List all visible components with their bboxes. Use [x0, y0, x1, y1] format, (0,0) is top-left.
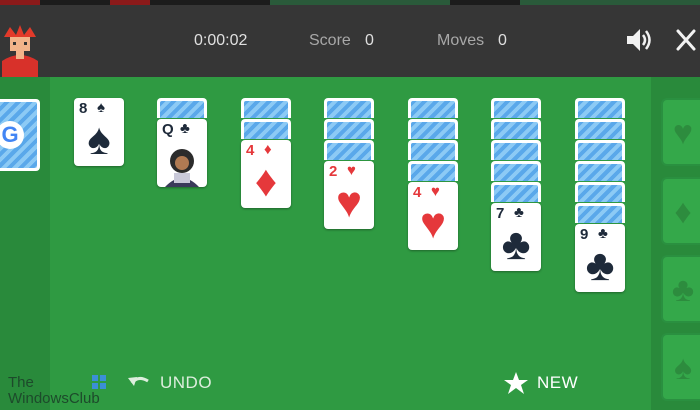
undo-icon — [128, 376, 149, 386]
spade-icon: ♠ — [673, 349, 693, 387]
club-icon: ♣ — [671, 271, 695, 309]
watermark: The WindowsClub — [8, 375, 108, 409]
facedown-card — [408, 161, 458, 181]
speaker-icon[interactable] — [624, 25, 654, 55]
facedown-card — [324, 98, 374, 118]
facedown-card — [324, 119, 374, 139]
heart-icon: ♥ — [672, 114, 694, 152]
card-suit-large: ♦ — [254, 157, 278, 206]
card-suit-large: ♣ — [501, 220, 531, 269]
diamond-icon: ♦ — [674, 193, 692, 231]
stock-pile-area: G — [0, 77, 50, 410]
faceup-card[interactable]: 2 ♥ ♥ — [324, 161, 374, 229]
facedown-card — [575, 203, 625, 223]
facedown-card — [408, 119, 458, 139]
star-icon — [504, 372, 528, 394]
card-suit-small: ♣ — [180, 120, 190, 137]
king-avatar-icon[interactable] — [0, 23, 40, 79]
foundation-slot[interactable]: ♠ — [661, 333, 700, 401]
undo-label: UNDO — [160, 373, 213, 392]
game-timer: 0:00:02 — [194, 32, 248, 49]
facedown-card — [491, 182, 541, 202]
watermark-line2: WindowsClub — [8, 390, 100, 407]
facedown-card — [575, 161, 625, 181]
facedown-card — [491, 119, 541, 139]
new-label: NEW — [537, 373, 579, 392]
faceup-card[interactable]: 7 ♣ ♣ — [491, 203, 541, 271]
card-rank: 8 — [79, 100, 88, 117]
facedown-card — [575, 98, 625, 118]
facedown-card — [575, 119, 625, 139]
faceup-card[interactable]: 4 ♥ ♥ — [408, 182, 458, 250]
foundation-area: ♥ ♦ ♣ ♠ — [651, 77, 700, 410]
facedown-card — [408, 98, 458, 118]
facedown-card — [241, 119, 291, 139]
card-suit-large: ♣ — [585, 241, 615, 290]
card-suit-large: ♥ — [419, 199, 447, 248]
card-suit-large: ♥ — [335, 178, 363, 227]
undo-button[interactable]: UNDO — [126, 371, 212, 397]
score-value: 0 — [365, 32, 374, 49]
queen-portrait-icon — [165, 149, 199, 187]
card-rank: 4 — [246, 142, 255, 159]
moves-value: 0 — [498, 32, 507, 49]
faceup-card[interactable]: 9 ♣ ♣ — [575, 224, 625, 292]
score-label: Score — [309, 32, 351, 49]
facedown-card — [575, 140, 625, 160]
facedown-card — [324, 140, 374, 160]
game-header: 0:00:02 Score 0 Moves 0 — [0, 5, 700, 79]
foundation-slot[interactable]: ♦ — [661, 177, 700, 245]
faceup-card[interactable]: 4 ♦ ♦ — [241, 140, 291, 208]
card-suit-large: ♠ — [87, 115, 111, 164]
new-game-button[interactable]: NEW — [503, 371, 578, 397]
card-rank: Q — [162, 121, 174, 138]
game-board: G 8 ♠ ♠ Q ♣ 4 ♦ ♦ 2 ♥ ♥ 4 ♥ ♥ 7 ♣ ♣ 9 ♣ ♣ ♥ ♦ ♣ ♠ UNDO NEW The… — [0, 77, 700, 410]
faceup-card[interactable]: 8 ♠ ♠ — [74, 98, 124, 166]
close-icon[interactable] — [672, 25, 700, 55]
stock-pile[interactable]: G — [0, 99, 40, 171]
facedown-card — [491, 161, 541, 181]
facedown-card — [491, 140, 541, 160]
facedown-card — [491, 98, 541, 118]
foundation-slot[interactable]: ♥ — [661, 98, 700, 166]
facedown-card — [408, 140, 458, 160]
faceup-card[interactable]: Q ♣ — [157, 119, 207, 187]
foundation-slot[interactable]: ♣ — [661, 255, 700, 323]
moves-label: Moves — [437, 32, 485, 49]
windows-logo-icon — [92, 375, 106, 389]
facedown-card — [575, 182, 625, 202]
facedown-card — [157, 98, 207, 118]
facedown-card — [241, 98, 291, 118]
